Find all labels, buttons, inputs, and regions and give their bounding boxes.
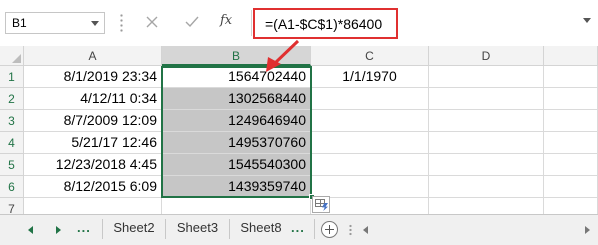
tab-split-grip-icon[interactable] [349, 224, 352, 237]
scroll-right-icon[interactable] [585, 226, 590, 234]
quick-analysis-icon[interactable] [312, 196, 330, 213]
cell-d6[interactable] [429, 176, 544, 198]
row-header-2[interactable]: 2 [0, 88, 24, 110]
cell-e5[interactable] [544, 154, 598, 176]
cell-b3[interactable]: 1249646940 [162, 110, 311, 132]
cell-c4[interactable] [311, 132, 429, 154]
row-header-4[interactable]: 4 [0, 132, 24, 154]
cell-a3[interactable]: 8/7/2009 12:09 [24, 110, 162, 132]
scroll-left-icon[interactable] [363, 226, 368, 234]
cell-c2[interactable] [311, 88, 429, 110]
cell-e1[interactable] [544, 66, 598, 88]
cell-e3[interactable] [544, 110, 598, 132]
cell-c1[interactable]: 1/1/1970 [311, 66, 429, 88]
formula-input[interactable]: =(A1-$C$1)*86400 [253, 8, 398, 39]
check-icon[interactable] [183, 12, 201, 32]
name-box-value: B1 [12, 16, 27, 30]
column-header-c[interactable]: C [311, 46, 429, 66]
cell-e4[interactable] [544, 132, 598, 154]
cell-c6[interactable] [311, 176, 429, 198]
tab-sheet2[interactable]: Sheet2 [103, 220, 165, 238]
column-header-e[interactable] [544, 46, 598, 66]
close-icon[interactable] [143, 12, 161, 32]
cell-a4[interactable]: 5/21/17 12:46 [24, 132, 162, 154]
cell-b1[interactable]: 1564702440 [162, 66, 311, 88]
select-all-button[interactable] [0, 46, 24, 66]
expand-formula-bar-icon[interactable] [583, 18, 591, 23]
sheet-tab-bar: ... Sheet2 Sheet3 Sheet8 ... [0, 214, 598, 245]
formula-bar-grip-icon[interactable] [120, 13, 123, 33]
column-header-b[interactable]: B [162, 46, 311, 66]
column-header-d[interactable]: D [429, 46, 544, 66]
cell-c3[interactable] [311, 110, 429, 132]
worksheet-grid: A B C D 1 8/1/2019 23:34 1564702440 1/1/… [0, 46, 598, 218]
cell-e2[interactable] [544, 88, 598, 110]
cell-e6[interactable] [544, 176, 598, 198]
cell-b2[interactable]: 1302568440 [162, 88, 311, 110]
row-header-3[interactable]: 3 [0, 110, 24, 132]
tab-divider [314, 219, 315, 239]
cell-a2[interactable]: 4/12/11 0:34 [24, 88, 162, 110]
name-box[interactable]: B1 [5, 12, 105, 34]
scroll-sheets-left-icon[interactable] [28, 226, 33, 234]
chevron-down-icon[interactable] [91, 21, 99, 26]
row-header-1[interactable]: 1 [0, 66, 24, 88]
row-header-6[interactable]: 6 [0, 176, 24, 198]
cell-d3[interactable] [429, 110, 544, 132]
formula-bar: B1 fx =(A1-$C$1)*86400 [0, 0, 598, 43]
cell-d1[interactable] [429, 66, 544, 88]
cell-d4[interactable] [429, 132, 544, 154]
fx-icon[interactable]: fx [220, 10, 240, 32]
formula-bar-divider [251, 10, 252, 36]
row-header-5[interactable]: 5 [0, 154, 24, 176]
cell-b6[interactable]: 1439359740 [162, 176, 311, 198]
column-header-a[interactable]: A [24, 46, 162, 66]
tab-sheet3[interactable]: Sheet3 [166, 220, 229, 238]
formula-text: =(A1-$C$1)*86400 [265, 16, 383, 32]
more-sheets-left[interactable]: ... [77, 220, 91, 235]
plus-circle-icon[interactable] [321, 221, 338, 238]
cell-c5[interactable] [311, 154, 429, 176]
cell-b5[interactable]: 1545540300 [162, 154, 311, 176]
cell-a6[interactable]: 8/12/2015 6:09 [24, 176, 162, 198]
scroll-sheets-right-icon[interactable] [56, 226, 61, 234]
cell-b4[interactable]: 1495370760 [162, 132, 311, 154]
cell-a5[interactable]: 12/23/2018 4:45 [24, 154, 162, 176]
tab-sheet8[interactable]: Sheet8 [230, 220, 292, 238]
cell-d2[interactable] [429, 88, 544, 110]
cell-d5[interactable] [429, 154, 544, 176]
cell-a1[interactable]: 8/1/2019 23:34 [24, 66, 162, 88]
more-sheets-right[interactable]: ... [291, 220, 305, 235]
